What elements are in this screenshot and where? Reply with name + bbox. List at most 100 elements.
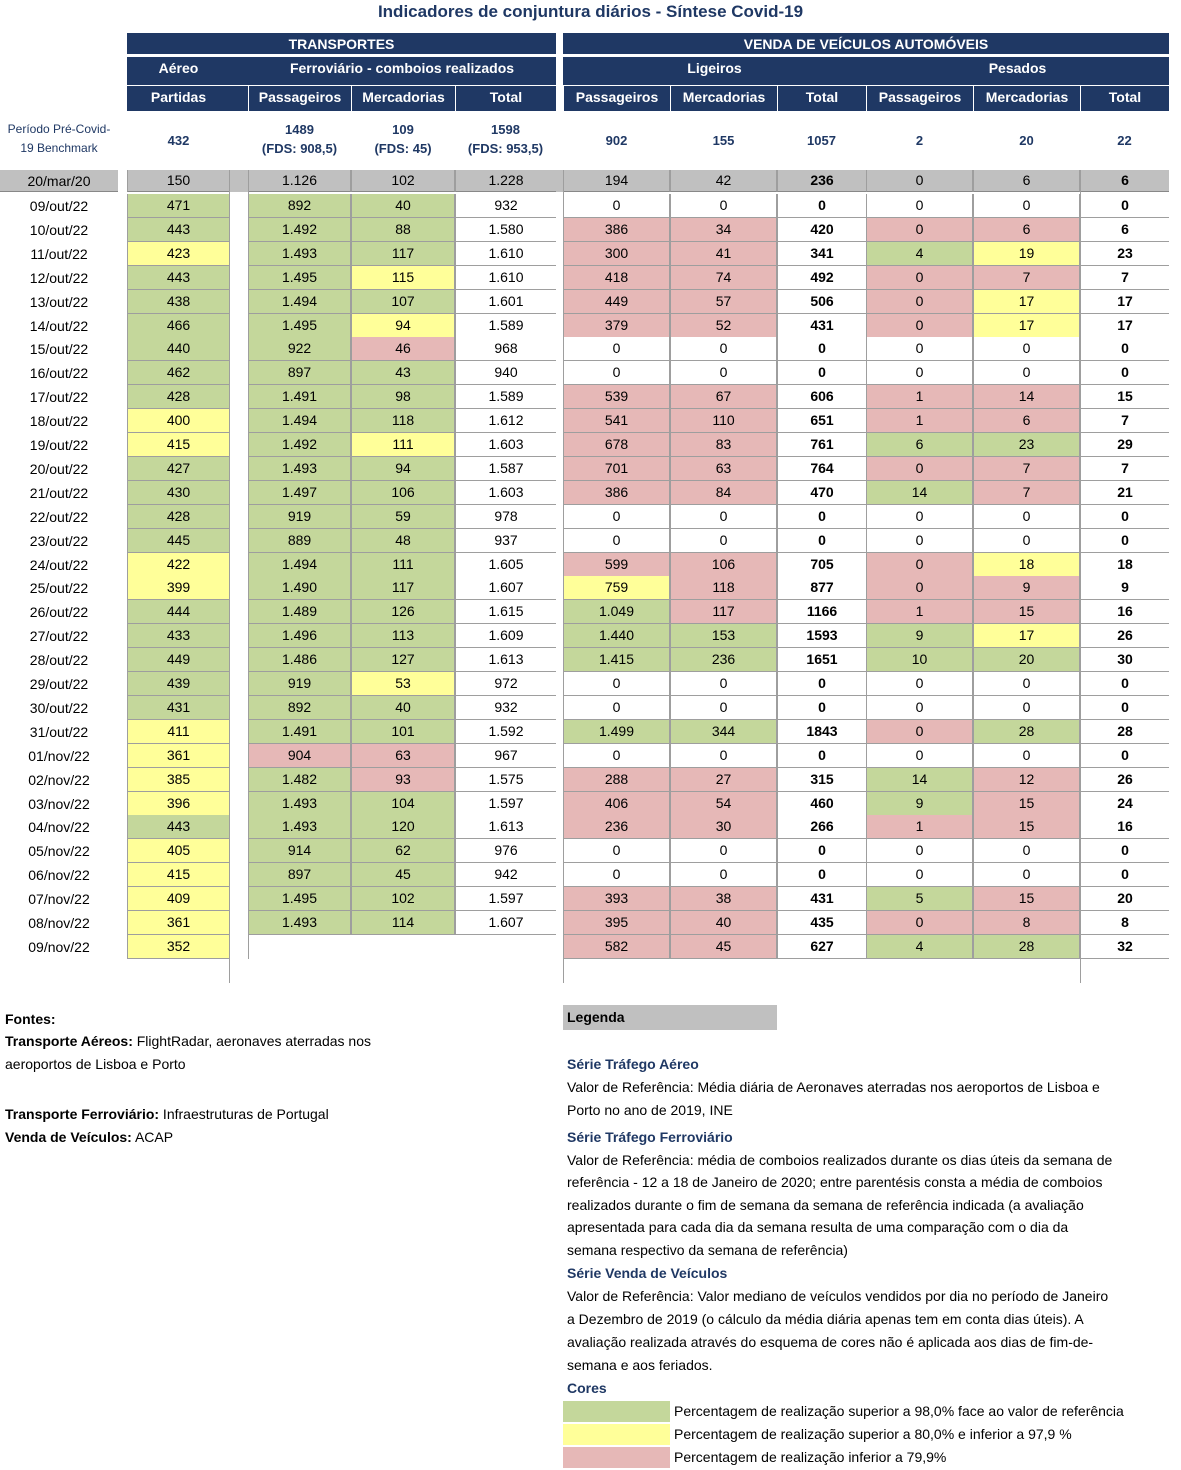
table-cell: 409 bbox=[127, 887, 230, 911]
table-cell: 1.592 bbox=[455, 720, 556, 744]
header-passageiros: Passageiros bbox=[248, 86, 351, 111]
row-date: 08/nov/22 bbox=[28, 915, 90, 931]
table-cell: 14 bbox=[866, 481, 973, 505]
table-cell: 399 bbox=[127, 576, 230, 600]
benchmark-pes-merc-value: 20 bbox=[1019, 133, 1034, 148]
table-cell: 17 bbox=[1080, 314, 1169, 338]
table-cell: 127 bbox=[351, 648, 455, 672]
table-cell: 6 bbox=[973, 218, 1080, 242]
table-cell: 428 bbox=[127, 385, 230, 409]
table-cell: 0 bbox=[670, 194, 777, 218]
table-cell: 1.049 bbox=[563, 600, 670, 624]
legend-fer-line: referência - 12 a 18 de Janeiro de 2020;… bbox=[567, 1174, 1103, 1190]
table-cell: 449 bbox=[563, 290, 670, 314]
benchmark-label: Período Pré-Covid- 19 Benchmark bbox=[0, 120, 118, 162]
table-cell: 599 bbox=[563, 553, 670, 577]
row-date: 01/nov/22 bbox=[28, 748, 90, 764]
legend-fer-line: semana respectivo da semana de referênci… bbox=[567, 1242, 848, 1258]
table-cell: 1843 bbox=[777, 720, 866, 744]
table-cell: 30 bbox=[670, 815, 777, 839]
legend-aereo-line: Porto no ano de 2019, INE bbox=[567, 1102, 733, 1118]
table-cell: 27 bbox=[670, 768, 777, 792]
table-cell: 968 bbox=[455, 337, 556, 361]
table-cell: 0 bbox=[777, 529, 866, 553]
legend-venda-line: semana e aos feriados. bbox=[567, 1357, 713, 1373]
table-cell: 24 bbox=[1080, 792, 1169, 816]
table-cell: 460 bbox=[777, 792, 866, 816]
table-cell: 1.609 bbox=[455, 624, 556, 648]
row-date: 14/out/22 bbox=[29, 318, 89, 334]
table-cell: 892 bbox=[248, 194, 351, 218]
table-cell: 1.597 bbox=[455, 887, 556, 911]
table-cell: 114 bbox=[351, 911, 455, 935]
table-cell: 1.493 bbox=[248, 815, 351, 839]
table-cell: 4 bbox=[866, 935, 973, 959]
header-vendas: VENDA DE VEÍCULOS AUTOMÓVEIS bbox=[563, 33, 1169, 54]
table-cell: 1.610 bbox=[455, 242, 556, 266]
table-cell: 1.493 bbox=[248, 911, 351, 935]
table-cell: 17 bbox=[973, 624, 1080, 648]
table-cell: 471 bbox=[127, 194, 230, 218]
table-cell: 8 bbox=[973, 911, 1080, 935]
header-spacer bbox=[230, 86, 248, 111]
table-cell: 9 bbox=[866, 792, 973, 816]
table-cell: 28 bbox=[973, 935, 1080, 959]
table-cell: 405 bbox=[127, 839, 230, 863]
legend-green-text: Percentagem de realização superior a 98,… bbox=[674, 1403, 1124, 1419]
table-cell: 1.482 bbox=[248, 768, 351, 792]
table-cell: 0 bbox=[777, 361, 866, 385]
table-cell: 379 bbox=[563, 314, 670, 338]
row-date: 05/nov/22 bbox=[28, 843, 90, 859]
table-cell: 102 bbox=[351, 170, 455, 192]
table-cell: 1.587 bbox=[455, 457, 556, 481]
table-cell: 678 bbox=[563, 433, 670, 457]
table-cell: 1 bbox=[866, 409, 973, 433]
table-cell: 0 bbox=[866, 194, 973, 218]
table-cell: 1.575 bbox=[455, 768, 556, 792]
table-cell: 0 bbox=[866, 457, 973, 481]
table-cell: 1.494 bbox=[248, 290, 351, 314]
table-cell: 606 bbox=[777, 385, 866, 409]
header-aereo: Aéreo bbox=[127, 57, 230, 85]
table-cell: 582 bbox=[563, 935, 670, 959]
table-cell: 0 bbox=[866, 744, 973, 768]
row-date: 04/nov/22 bbox=[28, 819, 90, 835]
row-spacer bbox=[230, 170, 248, 192]
row-date: 18/out/22 bbox=[29, 413, 89, 429]
table-cell: 431 bbox=[127, 696, 230, 720]
legend-heading: Legenda bbox=[563, 1005, 777, 1030]
table-cell: 411 bbox=[127, 720, 230, 744]
table-cell: 423 bbox=[127, 242, 230, 266]
table-cell: 315 bbox=[777, 768, 866, 792]
table-cell: 1.615 bbox=[455, 600, 556, 624]
table-cell: 972 bbox=[455, 672, 556, 696]
row-date: 16/out/22 bbox=[29, 365, 89, 381]
source-ferroviario: Transporte Ferroviário: Infraestruturas … bbox=[5, 1106, 329, 1122]
table-cell: 0 bbox=[973, 863, 1080, 887]
table-cell: 0 bbox=[670, 505, 777, 529]
header-mercadorias: Mercadorias bbox=[670, 86, 777, 111]
table-cell: 0 bbox=[563, 529, 670, 553]
table-cell: 7 bbox=[973, 481, 1080, 505]
row-date: 30/out/22 bbox=[29, 700, 89, 716]
benchmark-lig-pass-value: 902 bbox=[605, 133, 628, 148]
table-cell: 126 bbox=[351, 600, 455, 624]
table-cell: 433 bbox=[127, 624, 230, 648]
row-date: 09/nov/22 bbox=[28, 939, 90, 955]
table-cell: 10 bbox=[866, 648, 973, 672]
table-cell: 1.589 bbox=[455, 385, 556, 409]
table-cell: 0 bbox=[973, 337, 1080, 361]
benchmark-fer-pass-value: 1489 bbox=[285, 122, 314, 137]
row-date: 09/out/22 bbox=[29, 198, 89, 214]
table-cell: 0 bbox=[1080, 337, 1169, 361]
table-cell: 0 bbox=[1080, 194, 1169, 218]
table-cell: 20 bbox=[1080, 887, 1169, 911]
table-cell: 759 bbox=[563, 576, 670, 600]
row-date: 12/out/22 bbox=[29, 270, 89, 286]
table-cell: 1.493 bbox=[248, 457, 351, 481]
legend-aereo-title: Série Tráfego Aéreo bbox=[567, 1056, 699, 1072]
table-cell: 344 bbox=[670, 720, 777, 744]
table-cell: 6 bbox=[973, 170, 1080, 192]
table-cell: 764 bbox=[777, 457, 866, 481]
table-cell: 539 bbox=[563, 385, 670, 409]
